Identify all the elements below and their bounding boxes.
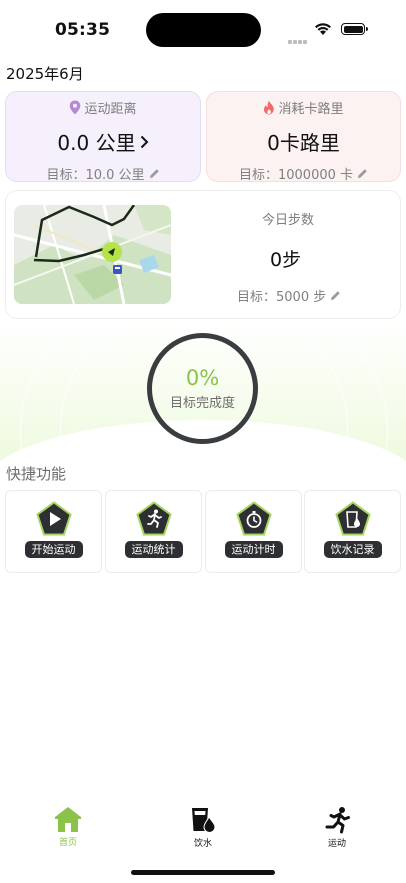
edit-pencil-icon[interactable] [357,168,368,179]
steps-goal: 目标：5000 步 [237,290,327,305]
flame-icon [264,100,275,115]
date-label: 2025年6月 [6,65,84,83]
tab-home-label: 首页 [58,838,77,848]
distance-title-row: 运动距离 [69,98,137,117]
quick-exercise-timer-label: 运动计时 [224,541,283,558]
water-cup-icon [334,501,371,536]
play-icon [35,501,72,536]
calorie-goal: 目标：1000000 卡 [238,168,354,183]
status-time: 05:35 [55,20,111,40]
goal-progress-percent: 0% [185,366,220,390]
goal-progress-label: 目标完成度 [169,396,235,411]
tab-exercise-label: 运动 [327,839,346,849]
home-icon [55,807,81,832]
distance-goal: 目标：10.0 公里 [46,168,145,183]
water-cup-icon [192,808,216,834]
tab-water-label: 饮水 [193,839,212,849]
distance-value-row[interactable]: 0.0 公里 [57,127,148,156]
wifi-icon [315,23,331,35]
tab-home[interactable]: 首页 [28,806,108,848]
calorie-card[interactable]: 消耗卡路里 0卡路里 目标：1000000 卡 [206,91,401,183]
distance-value: 0.0 公里 [57,131,136,155]
stopwatch-icon [235,501,272,536]
location-pin-icon [70,100,81,115]
steps-goal-row[interactable]: 目标：5000 步 [237,286,341,305]
quick-water-record-label: 饮水记录 [323,541,382,558]
distance-card[interactable]: 运动距离 0.0 公里 目标：10.0 公里 [5,91,201,183]
running-person-icon [135,501,172,536]
running-person-icon [325,807,350,834]
calorie-title-row: 消耗卡路里 [263,98,344,117]
goal-progress-ring: 0% 目标完成度 [147,333,258,444]
chevron-right-icon [140,135,148,148]
calorie-goal-row[interactable]: 目标：1000000 卡 [239,164,368,183]
steps-title: 今日步数 [262,213,315,228]
signal-icon [288,29,308,48]
calorie-title: 消耗卡路里 [278,102,344,117]
calorie-value: 0卡路里 [267,131,340,155]
calorie-value-row: 0卡路里 [267,127,340,156]
quick-start-exercise[interactable]: 开始运动 [5,490,102,573]
quick-water-record[interactable]: 饮水记录 [304,490,401,573]
dynamic-island [146,13,261,47]
battery-icon [341,23,368,35]
home-indicator [131,870,275,875]
quick-exercise-stats-label: 运动统计 [124,541,183,558]
edit-pencil-icon[interactable] [330,290,341,301]
quick-start-exercise-label: 开始运动 [24,541,83,558]
quick-exercise-stats[interactable]: 运动统计 [105,490,202,573]
quick-functions-title: 快捷功能 [6,465,67,483]
distance-title: 运动距离 [84,102,137,117]
distance-goal-row[interactable]: 目标：10.0 公里 [46,164,159,183]
quick-exercise-timer[interactable]: 运动计时 [205,490,302,573]
steps-value: 0步 [270,249,302,271]
edit-pencil-icon[interactable] [149,168,160,179]
route-map[interactable] [14,205,171,304]
tab-exercise[interactable]: 运动 [297,806,377,849]
tab-water[interactable]: 饮水 [163,806,243,849]
